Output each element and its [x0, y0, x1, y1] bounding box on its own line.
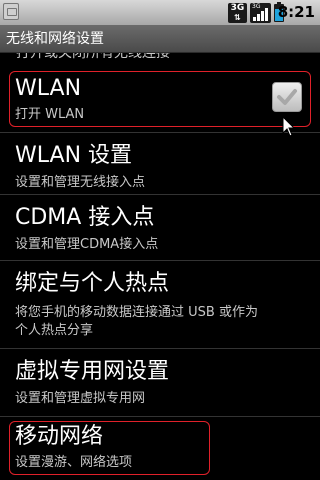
mouse-cursor-icon [282, 116, 296, 137]
row-summary: 设置和管理CDMA接入点 [15, 237, 159, 252]
check-icon [277, 89, 297, 105]
row-title: 移动网络 [15, 424, 104, 449]
setting-row-tethering[interactable]: 绑定与个人热点 将您手机的移动数据连接通过 USB 或作为 个人热点分享 [0, 261, 320, 345]
row-title: 绑定与个人热点 [15, 271, 170, 296]
row-summary: 设置和管理虚拟专用网 [15, 391, 146, 406]
setting-row-mobile-network[interactable]: 移动网络 设置漫游、网络选项 [0, 420, 320, 476]
settings-list: WLAN 打开 WLAN WLAN 设置 设置和管理无线接入点 CDMA 接入点… [0, 0, 320, 480]
row-title: WLAN 设置 [15, 143, 133, 168]
setting-row-wlan-settings[interactable]: WLAN 设置 设置和管理无线接入点 [0, 133, 320, 193]
row-title: CDMA 接入点 [15, 205, 155, 230]
divider [0, 416, 320, 417]
wlan-checkbox[interactable] [272, 82, 302, 112]
setting-row-cdma-apn[interactable]: CDMA 接入点 设置和管理CDMA接入点 [0, 195, 320, 259]
row-summary: 设置漫游、网络选项 [15, 455, 133, 470]
row-summary-line2: 个人热点分享 [15, 323, 94, 338]
row-title: 虚拟专用网设置 [15, 359, 170, 384]
row-summary: 打开 WLAN [15, 107, 85, 122]
row-summary: 将您手机的移动数据连接通过 USB 或作为 [15, 305, 258, 320]
row-summary: 设置和管理无线接入点 [15, 175, 146, 190]
row-title: WLAN [15, 76, 82, 101]
setting-row-vpn[interactable]: 虚拟专用网设置 设置和管理虚拟专用网 [0, 349, 320, 413]
